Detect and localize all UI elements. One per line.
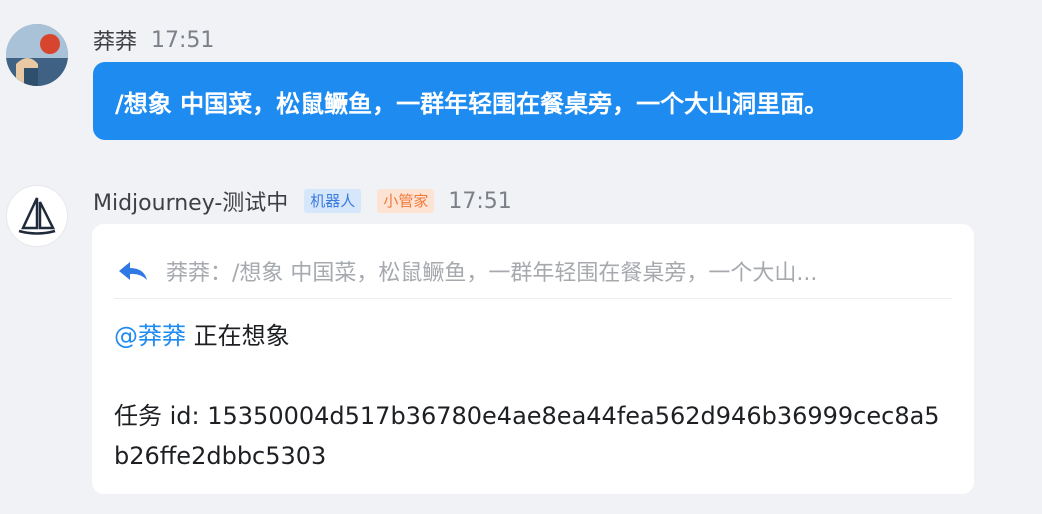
reply-quote[interactable]: 莽莽：/想象 中国菜，松鼠鳜鱼，一群年轻围在餐桌旁，一个大山... — [114, 244, 952, 299]
reply-preview-text: 莽莽：/想象 中国菜，松鼠鳜鱼，一群年轻围在餐桌旁，一个大山... — [166, 261, 818, 286]
bot-avatar[interactable] — [6, 185, 68, 247]
user-header: 莽莽 17:51 — [93, 24, 215, 56]
bot-tag: 机器人 — [304, 189, 362, 213]
user-message-bubble[interactable]: /想象 中国菜，松鼠鳜鱼，一群年轻围在餐桌旁，一个大山洞里面。 — [93, 62, 963, 140]
message-time: 17:51 — [448, 188, 512, 214]
status-text: 正在想象 — [193, 322, 290, 350]
task-id-value: 15350004d517b36780e4ae8ea44fea562d946b36… — [114, 402, 940, 470]
task-id-line: 任务 id: 15350004d517b36780e4ae8ea44fea562… — [114, 396, 954, 476]
task-id-label: 任务 id: — [114, 402, 208, 430]
bot-message-body: @莽莽 正在想象 任务 id: 15350004d517b36780e4ae8e… — [114, 316, 954, 470]
user-name[interactable]: 莽莽 — [93, 24, 137, 56]
bot-name[interactable]: Midjourney-测试中 — [93, 185, 288, 217]
reply-arrow-icon — [119, 262, 147, 280]
status-line: @莽莽 正在想象 — [114, 316, 954, 356]
bot-header: Midjourney-测试中 机器人 小管家 17:51 — [93, 185, 512, 217]
user-mention[interactable]: @莽莽 — [114, 322, 186, 350]
sailboat-logo — [18, 197, 56, 235]
manager-tag: 小管家 — [377, 189, 435, 213]
user-avatar[interactable] — [6, 24, 68, 86]
user-avatar-photo — [6, 24, 68, 86]
bot-message-card[interactable]: 莽莽：/想象 中国菜，松鼠鳜鱼，一群年轻围在餐桌旁，一个大山... @莽莽 正在… — [92, 224, 974, 494]
message-time: 17:51 — [151, 27, 215, 53]
